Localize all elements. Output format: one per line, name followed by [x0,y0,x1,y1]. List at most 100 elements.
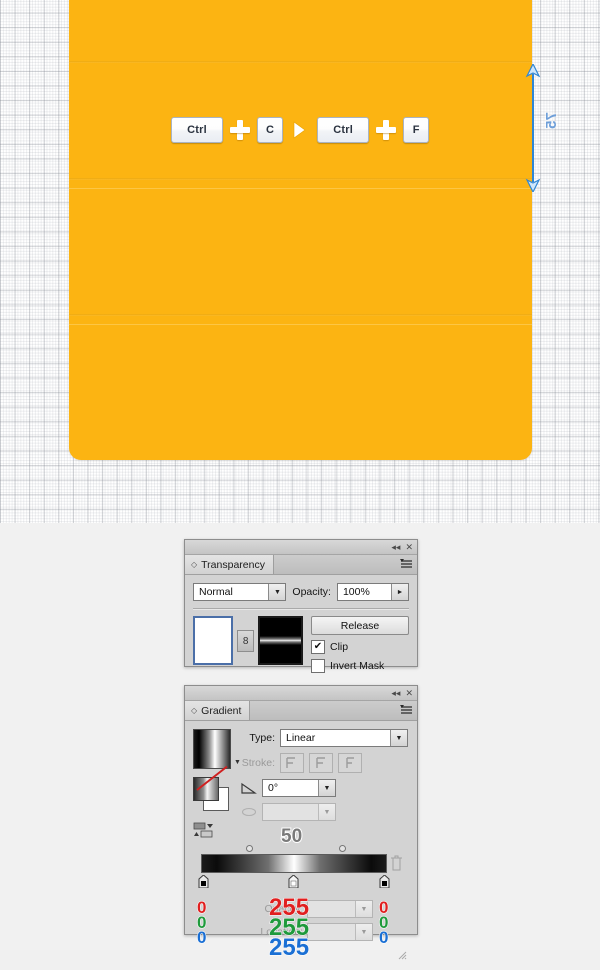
angle-row: 0° ▼ [241,779,409,797]
gradient-aspect-field[interactable]: ▼ [262,803,336,821]
key-f: F [403,117,430,143]
tab-transparency[interactable]: ◇ Transparency [185,555,274,574]
gradient-midpoint-2[interactable] [339,845,346,852]
diamond-icon: ◇ [191,560,198,569]
gradient-opacity-field[interactable]: ▼ [307,900,373,918]
card-seam-top [69,61,532,63]
blend-opacity-row: Normal ▼ Opacity: 100% ► [193,583,409,601]
card-highlight-line [69,188,532,189]
type-label: Type: [249,732,275,744]
stroke-across-icon [345,757,354,768]
invert-mask-label: Invert Mask [330,660,385,672]
gradient-location-field[interactable]: ▼ [307,923,373,941]
collapse-icon[interactable]: ◂◂ [391,542,400,552]
gradient-body: ▼ Type: Linear ▼ Stroke: 0° ▼ ▼ 50 Opaci… [185,721,417,970]
gradient-stop-middle[interactable] [288,875,299,888]
chevron-down-icon[interactable]: ▼ [318,780,335,796]
gradient-tabbar: ◇ Gradient [185,701,417,721]
fill-stroke-indicator[interactable] [193,765,233,813]
gradient-type-select[interactable]: Linear ▼ [280,729,408,747]
transparency-body: Normal ▼ Opacity: 100% ► 8 Release ✔ Cli… [185,575,417,681]
clip-checkbox[interactable]: ✔ [311,640,325,654]
collapse-icon[interactable]: ◂◂ [391,688,400,698]
stroke-along-button[interactable] [309,753,333,773]
key-c: C [257,117,284,143]
tab-gradient-label: Gradient [201,704,242,717]
invert-mask-row[interactable]: Invert Mask [311,659,409,673]
chevron-down-icon[interactable]: ▼ [390,730,407,746]
stop-rgb-left: 0 0 0 [196,899,207,947]
tab-gradient[interactable]: ◇ Gradient [185,701,251,720]
stop-rgb-right: 0 0 0 [378,899,389,947]
mask-thumbnail[interactable] [257,616,303,665]
gradient-preview-swatch[interactable] [193,729,231,769]
stop-rgb-middle: 255 255 255 [268,895,310,961]
key-ctrl-1: Ctrl [171,117,223,143]
release-button[interactable]: Release [311,616,409,635]
aspect-row: ▼ [241,803,409,821]
delete-stop-icon[interactable] [390,855,403,871]
annotation-location-50: 50 [280,825,303,848]
transparency-tabbar: ◇ Transparency [185,555,417,575]
gradient-preview-wrap[interactable]: ▼ [193,729,241,769]
stroke-label: Stroke: [241,757,275,769]
artwork-thumbnail[interactable] [193,616,234,665]
gradient-panel-chrome: ◂◂ ✕ [185,686,417,701]
mask-row: 8 Release ✔ Clip Invert Mask [193,616,409,673]
panel-dock-area: ◂◂ ✕ ◇ Transparency Normal ▼ Opacity: 10 [0,523,600,960]
gradient-panel[interactable]: ◂◂ ✕ ◇ Gradient ▼ Type: Linear ▼ Stroke:… [184,685,418,960]
clip-row[interactable]: ✔ Clip [311,640,409,654]
angle-icon [241,782,257,794]
plus-icon-1 [229,119,251,141]
card-seam-lower [69,314,532,316]
gradient-stop-left[interactable] [198,875,209,888]
blend-mode-value: Normal [199,586,233,598]
opacity-value: 100% [342,586,370,598]
gradient-top-row: ▼ Type: Linear ▼ Stroke: 0° ▼ ▼ [193,729,409,838]
gradient-right-column: Type: Linear ▼ Stroke: 0° ▼ ▼ [239,729,409,827]
invert-mask-checkbox[interactable] [311,659,325,673]
tab-transparency-label: Transparency [201,558,265,571]
divider [193,608,409,610]
chevron-down-icon[interactable]: ▼ [268,584,286,600]
gradient-stop-right[interactable] [379,875,390,888]
chevron-right-svg [293,121,306,139]
gradient-slider-area[interactable]: 50 [193,825,409,900]
illustrator-canvas[interactable]: Ctrl C Ctrl F 75 [0,0,600,523]
panel-menu-icon[interactable] [400,704,413,716]
chevron-down-icon[interactable]: ▼ [355,924,372,940]
opacity-field[interactable]: 100% ► [336,583,409,601]
reverse-gradient-icon[interactable] [193,822,215,838]
gradient-values-area: Opacity: ▼ Location: ▼ 0 0 0 255 255 255… [193,895,409,962]
chevron-down-icon[interactable]: ▼ [318,804,335,820]
mask-controls: Release ✔ Clip Invert Mask [311,616,409,673]
link-mask-button[interactable]: 8 [237,630,254,652]
vertical-measure-arrow [525,64,541,192]
chevron-right-icon [291,120,309,140]
transparency-panel[interactable]: ◂◂ ✕ ◇ Transparency Normal ▼ Opacity: 10 [184,539,418,673]
opacity-stepper-icon[interactable]: ► [391,584,408,600]
gradient-midpoint-1[interactable] [246,845,253,852]
panel-menu-icon[interactable] [400,558,413,570]
opacity-label: Opacity: [292,586,331,598]
gradient-left-column: ▼ [193,729,241,838]
close-icon[interactable]: ✕ [405,542,413,552]
orange-card-shape[interactable] [69,0,532,460]
stop-mid-blue: 255 [268,934,310,961]
resize-grip-icon[interactable] [398,951,407,960]
stroke-along-icon [315,757,325,768]
stroke-within-button[interactable] [280,753,304,773]
stroke-across-button[interactable] [338,753,362,773]
stroke-row: Stroke: [241,753,409,773]
card-seam-middle [69,178,532,180]
gradient-angle-field[interactable]: 0° ▼ [262,779,336,797]
stop-right-blue: 0 [378,928,389,947]
diamond-icon: ◇ [191,706,198,715]
close-icon[interactable]: ✕ [405,688,413,698]
gradient-ramp[interactable] [201,854,387,873]
transparency-panel-chrome: ◂◂ ✕ [185,540,417,555]
chevron-down-icon[interactable]: ▼ [355,901,372,917]
gradient-type-value: Linear [286,732,316,744]
blend-mode-select[interactable]: Normal ▼ [193,583,287,601]
aspect-ratio-icon [241,807,257,817]
